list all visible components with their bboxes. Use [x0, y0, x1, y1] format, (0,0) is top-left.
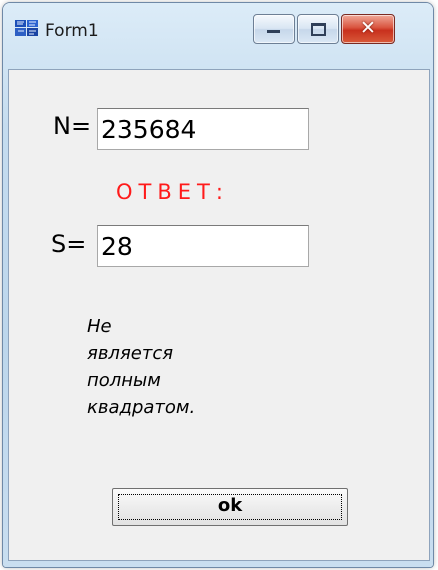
- s-label: S=: [51, 230, 87, 258]
- result-message-line: Не: [87, 316, 112, 337]
- n-label: N=: [53, 112, 92, 140]
- minimize-icon: [267, 30, 280, 33]
- window-title: Form1: [45, 21, 99, 41]
- close-button[interactable]: ✕: [341, 14, 395, 44]
- delphi-app-icon: [15, 20, 38, 36]
- result-message-line: квадратом.: [87, 397, 196, 418]
- ok-button-label: ok: [217, 495, 243, 516]
- result-message-line: является: [87, 343, 174, 364]
- maximize-button[interactable]: [297, 14, 339, 44]
- ok-button[interactable]: ok: [112, 488, 348, 526]
- result-message: Не является полным квадратом.: [87, 313, 287, 421]
- n-input[interactable]: 235684: [97, 108, 309, 150]
- form-client-area: N= 235684 ОТВЕТ: S= 28 Не является полны…: [8, 69, 430, 561]
- title-bar[interactable]: Form1 ✕: [3, 3, 433, 73]
- maximize-icon: [311, 23, 326, 36]
- window: Form1 ✕ N= 235684 ОТВЕТ: S= 28 Не являет…: [3, 3, 433, 567]
- close-icon: ✕: [360, 17, 376, 39]
- result-message-line: полным: [87, 370, 161, 391]
- s-output[interactable]: 28: [97, 225, 309, 267]
- minimize-button[interactable]: [253, 14, 295, 44]
- answer-label: ОТВЕТ:: [116, 180, 229, 204]
